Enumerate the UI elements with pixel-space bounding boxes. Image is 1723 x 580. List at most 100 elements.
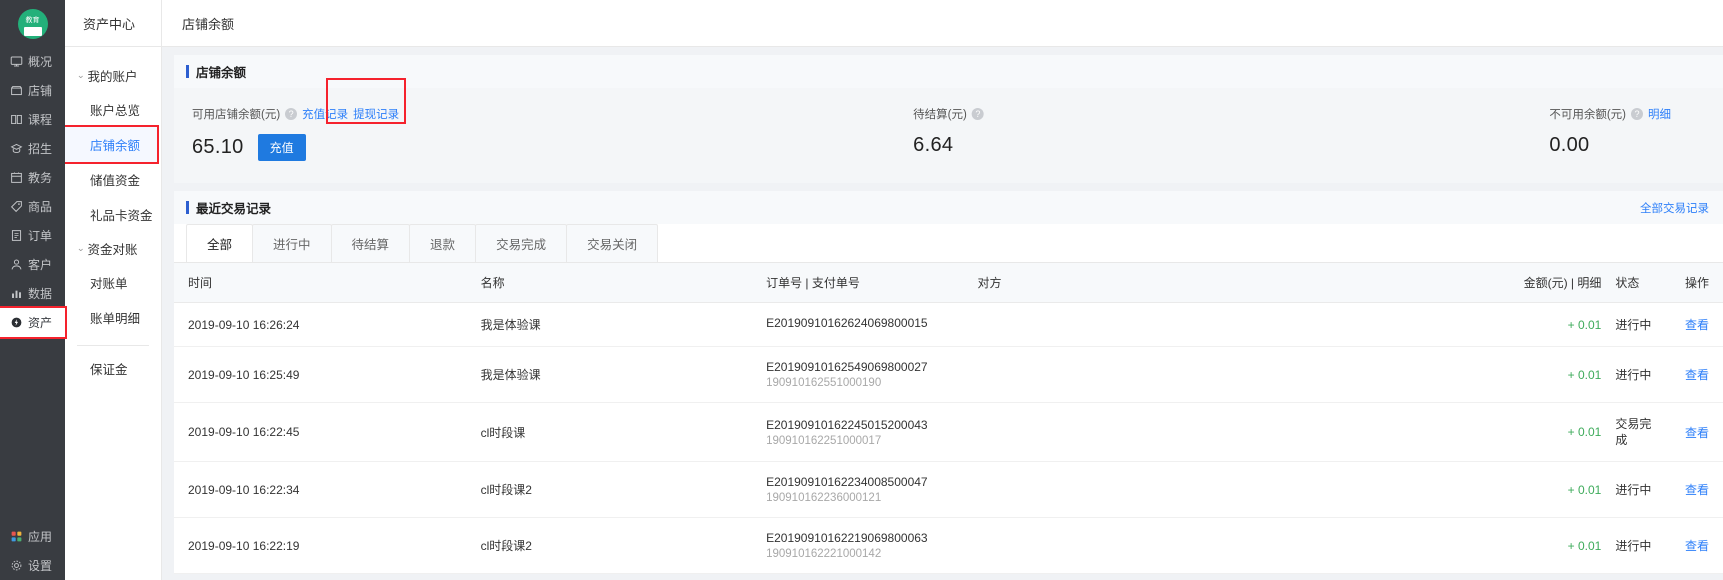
chart-icon bbox=[10, 287, 23, 300]
app-root: 教育 概况 店铺 课程 招生 教务 商品 订单 bbox=[0, 0, 1723, 580]
sidebar-item-apps[interactable]: 应用 bbox=[0, 522, 65, 551]
sidebar-item-academic[interactable]: 教务 bbox=[0, 163, 65, 192]
transactions-table-wrap: 时间 名称 订单号 | 支付单号 对方 金额(元) | 明细 状态 操作 201… bbox=[174, 263, 1723, 574]
tab-completed[interactable]: 交易完成 bbox=[475, 224, 567, 262]
sidebar-item-stored-funds[interactable]: 储值资金 bbox=[65, 162, 161, 197]
sidebar-label: 订单 bbox=[28, 227, 52, 244]
available-balance-label: 可用店铺余额(元) bbox=[192, 106, 280, 122]
cell-time: 2019-09-10 16:22:45 bbox=[174, 403, 481, 462]
cell-amount: + 0.01 bbox=[1496, 518, 1602, 574]
col-name: 名称 bbox=[481, 263, 766, 303]
sidebar-item-giftcard-funds[interactable]: 礼品卡资金 bbox=[65, 197, 161, 232]
help-icon[interactable]: ? bbox=[972, 108, 984, 120]
sidebar-label: 概况 bbox=[28, 53, 52, 70]
unavailable-value-row: 0.00 bbox=[1549, 134, 1671, 157]
pay-no: 190910162221000142 bbox=[766, 548, 977, 560]
tab-closed[interactable]: 交易关闭 bbox=[566, 224, 658, 262]
view-link[interactable]: 查看 bbox=[1660, 518, 1723, 574]
logo-icon: 教育 bbox=[18, 9, 48, 39]
tab-in-progress[interactable]: 进行中 bbox=[252, 224, 332, 262]
recharge-records-link[interactable]: 充值记录 bbox=[302, 106, 348, 122]
cell-status: 交易完成 bbox=[1601, 403, 1659, 462]
cell-time: 2019-09-10 16:25:49 bbox=[174, 347, 481, 403]
withdraw-records-link[interactable]: 提现记录 bbox=[353, 106, 399, 122]
tab-all[interactable]: 全部 bbox=[186, 224, 253, 262]
sidebar-item-statement[interactable]: 对账单 bbox=[65, 265, 161, 300]
transactions-panel: 最近交易记录 全部交易记录 全部 进行中 待结算 退款 交易完成 交易关闭 bbox=[174, 191, 1723, 574]
brand-logo[interactable]: 教育 bbox=[0, 0, 65, 47]
table-row: 2019-09-10 16:22:34 cl时段课2 E201909101622… bbox=[174, 462, 1723, 518]
cell-order: E20190910162219069800063 190910162221000… bbox=[766, 518, 977, 574]
col-action: 操作 bbox=[1660, 263, 1723, 303]
asset-icon bbox=[10, 316, 23, 329]
pending-settlement-label: 待结算(元) bbox=[913, 106, 967, 122]
page-header: 店铺余额 bbox=[162, 0, 1723, 47]
cell-counterparty bbox=[978, 518, 1496, 574]
view-link[interactable]: 查看 bbox=[1660, 403, 1723, 462]
pay-no: 190910162236000121 bbox=[766, 492, 977, 504]
view-link[interactable]: 查看 bbox=[1660, 303, 1723, 347]
nav-group-label: 资金对账 bbox=[88, 239, 138, 258]
unavailable-balance-label: 不可用余额(元) bbox=[1549, 106, 1626, 122]
sidebar-item-customers[interactable]: 客户 bbox=[0, 250, 65, 279]
order-no: E20190910162624069800015 bbox=[766, 316, 977, 330]
section-accent-bar bbox=[186, 201, 189, 214]
transactions-section-title: 最近交易记录 bbox=[196, 198, 271, 217]
cell-amount: + 0.01 bbox=[1496, 347, 1602, 403]
cell-counterparty bbox=[978, 403, 1496, 462]
tag-icon bbox=[10, 200, 23, 213]
pending-label-row: 待结算(元) ? bbox=[913, 106, 984, 122]
order-no: E20190910162549069800027 bbox=[766, 360, 977, 374]
col-time: 时间 bbox=[174, 263, 481, 303]
available-balance-block: 可用店铺余额(元) ? 充值记录 提现记录 65.10 充值 bbox=[174, 106, 399, 161]
sidebar-item-shop-balance[interactable]: 店铺余额 bbox=[65, 127, 157, 162]
cell-time: 2019-09-10 16:22:19 bbox=[174, 518, 481, 574]
sidebar-label: 应用 bbox=[28, 528, 52, 545]
apps-icon bbox=[10, 530, 23, 543]
all-transactions-link[interactable]: 全部交易记录 bbox=[1640, 200, 1709, 216]
page-title: 店铺余额 bbox=[182, 14, 234, 33]
view-link[interactable]: 查看 bbox=[1660, 347, 1723, 403]
help-icon[interactable]: ? bbox=[1631, 108, 1643, 120]
nav-group-reconciliation[interactable]: ⌄ 资金对账 bbox=[65, 232, 161, 265]
available-balance-row: 65.10 充值 bbox=[192, 134, 399, 161]
gear-icon bbox=[10, 559, 23, 572]
sidebar-item-overview[interactable]: 概况 bbox=[0, 47, 65, 76]
sidebar-item-shop[interactable]: 店铺 bbox=[0, 76, 65, 105]
transaction-tabs: 全部 进行中 待结算 退款 交易完成 交易关闭 bbox=[174, 224, 1723, 263]
order-no: E20190910162219069800063 bbox=[766, 531, 977, 545]
recharge-button[interactable]: 充值 bbox=[258, 134, 306, 161]
pending-settlement-value: 6.64 bbox=[913, 134, 953, 157]
sidebar-item-deposit[interactable]: 保证金 bbox=[65, 346, 161, 386]
book-icon bbox=[10, 113, 23, 126]
pay-no: 190910162251000017 bbox=[766, 435, 977, 447]
cell-name: cl时段课2 bbox=[481, 462, 766, 518]
nav-group-my-account[interactable]: ⌄ 我的账户 bbox=[65, 59, 161, 92]
tab-pending-settlement[interactable]: 待结算 bbox=[331, 224, 411, 262]
user-icon bbox=[10, 258, 23, 271]
table-row: 2019-09-10 16:22:19 cl时段课2 E201909101622… bbox=[174, 518, 1723, 574]
view-link[interactable]: 查看 bbox=[1660, 462, 1723, 518]
sidebar-item-data[interactable]: 数据 bbox=[0, 279, 65, 308]
sidebar-label: 招生 bbox=[28, 140, 52, 157]
sidebar-item-enrollment[interactable]: 招生 bbox=[0, 134, 65, 163]
col-amount: 金额(元) | 明细 bbox=[1496, 263, 1602, 303]
sidebar-item-settings[interactable]: 设置 bbox=[0, 551, 65, 580]
balance-section-header: 店铺余额 bbox=[174, 55, 1723, 88]
sidebar-label: 客户 bbox=[28, 256, 52, 273]
balance-card: 可用店铺余额(元) ? 充值记录 提现记录 65.10 充值 bbox=[174, 88, 1723, 183]
sidebar-item-course[interactable]: 课程 bbox=[0, 105, 65, 134]
tab-refund[interactable]: 退款 bbox=[409, 224, 476, 262]
unavailable-details-link[interactable]: 明细 bbox=[1648, 106, 1671, 122]
main-area: 店铺余额 店铺余额 可用店铺余额(元) ? bbox=[162, 0, 1723, 580]
cell-counterparty bbox=[978, 347, 1496, 403]
balance-section-title: 店铺余额 bbox=[196, 62, 246, 81]
chevron-down-icon: ⌄ bbox=[77, 243, 85, 254]
help-icon[interactable]: ? bbox=[285, 108, 297, 120]
table-header-row: 时间 名称 订单号 | 支付单号 对方 金额(元) | 明细 状态 操作 bbox=[174, 263, 1723, 303]
sidebar-item-goods[interactable]: 商品 bbox=[0, 192, 65, 221]
sidebar-item-assets[interactable]: 资产 bbox=[0, 308, 65, 337]
sidebar-item-account-overview[interactable]: 账户总览 bbox=[65, 92, 161, 127]
sidebar-item-orders[interactable]: 订单 bbox=[0, 221, 65, 250]
sidebar-item-bill-details[interactable]: 账单明细 bbox=[65, 300, 161, 335]
